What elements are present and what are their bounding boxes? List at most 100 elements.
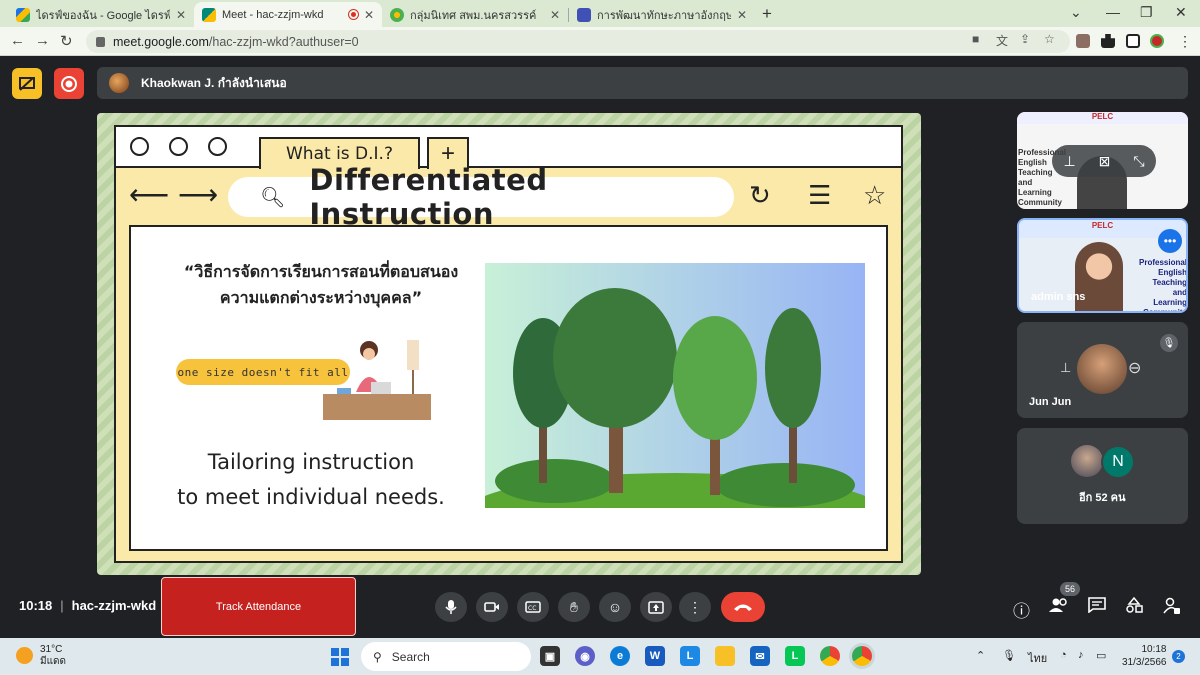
- tab-search-icon[interactable]: ⌄: [1070, 4, 1082, 21]
- track-attendance-button[interactable]: Track Attendance: [161, 577, 356, 636]
- microphone-tray-icon[interactable]: 🎙︎: [1002, 649, 1016, 662]
- window-dot-icon: [130, 137, 149, 156]
- participant-tile[interactable]: ⊥ ⊖ 🎙︎ Jun Jun: [1017, 322, 1188, 418]
- pin-icon[interactable]: ⊥: [1060, 360, 1071, 376]
- close-tab-icon[interactable]: ✕: [364, 8, 374, 22]
- participant-tile[interactable]: PELC Professional English Teaching and L…: [1017, 112, 1188, 209]
- others-tile[interactable]: N อีก 52 คน: [1017, 428, 1188, 524]
- minimize-button[interactable]: —: [1106, 4, 1120, 20]
- word-icon[interactable]: W: [645, 646, 665, 666]
- system-clock[interactable]: 10:18 31/3/2566: [1122, 643, 1167, 669]
- participant-avatar: [1071, 445, 1103, 477]
- chat-icon[interactable]: [1088, 597, 1106, 618]
- participant-avatar: [1077, 344, 1127, 394]
- line-icon[interactable]: L: [785, 646, 805, 666]
- file-explorer-icon[interactable]: [715, 646, 735, 666]
- presentation-slide: What is D.I.? + ⟵ ⟶ 🔍︎ Differentiated In…: [97, 113, 921, 575]
- camera-icon[interactable]: ■: [972, 32, 979, 46]
- url-path: /hac-zzjm-wkd?authuser=0: [208, 34, 359, 49]
- google-drive-icon: [16, 7, 30, 22]
- meeting-time: 10:18: [19, 598, 53, 613]
- host-controls-icon[interactable]: [1163, 597, 1181, 620]
- video-camera-icon: [484, 602, 499, 612]
- svg-text:CC: CC: [528, 605, 536, 612]
- share-icon[interactable]: ⇪: [1020, 32, 1030, 46]
- camera-button[interactable]: [476, 592, 508, 622]
- lock-icon: [96, 36, 105, 47]
- stop-presenting-button[interactable]: [12, 68, 42, 99]
- tab-english-course[interactable]: การพัฒนาทักษะภาษาอังกฤษ English ✕: [569, 2, 755, 27]
- address-bar[interactable]: meet.google.com/hac-zzjm-wkd?authuser=0: [86, 30, 1070, 53]
- sun-weather-icon[interactable]: [16, 647, 33, 664]
- google-meet-icon: [202, 7, 216, 22]
- captions-icon: CC: [525, 601, 541, 613]
- minimize-tile-icon[interactable]: ⤡: [1133, 153, 1144, 170]
- windows-start-button[interactable]: [331, 648, 349, 666]
- chrome-active-icon[interactable]: [852, 646, 872, 666]
- translate-icon[interactable]: 文: [996, 32, 1008, 49]
- present-screen-button[interactable]: [640, 592, 672, 622]
- close-window-button[interactable]: ✕: [1175, 4, 1187, 21]
- community-caption: Professional English Teaching and Learni…: [1139, 258, 1188, 313]
- participant-avatar-letter: N: [1101, 445, 1135, 479]
- wifi-icon[interactable]: ◔: [1060, 649, 1067, 661]
- participant-tile[interactable]: PELC Professional English Teaching and L…: [1017, 218, 1188, 313]
- tab-nisset-group[interactable]: กลุ่มนิเทศ สพม.นครสวรรค์ ✕: [382, 2, 568, 27]
- more-vert-icon: ⋮: [688, 598, 702, 615]
- extension-icon[interactable]: [1076, 34, 1090, 48]
- remove-icon[interactable]: ⊖: [1128, 358, 1141, 378]
- pin-icon[interactable]: ⊥: [1063, 153, 1075, 170]
- presenter-avatar: [109, 73, 129, 93]
- edge-icon[interactable]: e: [610, 646, 630, 666]
- microphone-button[interactable]: [435, 592, 467, 622]
- slide-refresh-icon: ↻: [749, 180, 771, 210]
- show-hidden-icons[interactable]: ⌃: [976, 649, 985, 662]
- notification-badge[interactable]: 2: [1172, 650, 1185, 663]
- leave-call-button[interactable]: [721, 592, 765, 622]
- activities-icon[interactable]: [1125, 596, 1143, 618]
- profile-avatar[interactable]: [1150, 34, 1164, 48]
- tailor-illustration: [323, 340, 431, 420]
- chrome-icon[interactable]: [820, 646, 840, 666]
- back-button[interactable]: ←: [10, 32, 25, 49]
- close-tab-icon[interactable]: ✕: [176, 8, 186, 22]
- captions-button[interactable]: CC: [517, 592, 549, 622]
- hide-tile-icon[interactable]: ⊠: [1099, 153, 1111, 170]
- slide-content: “วิธีการจัดการเรียนการสอนที่ตอบสนอง ความ…: [129, 225, 888, 551]
- mic-off-icon: 🎙︎: [1160, 334, 1178, 352]
- restore-button[interactable]: ❐: [1140, 4, 1153, 21]
- bookmark-star-icon[interactable]: ☆: [1044, 32, 1055, 46]
- reactions-button[interactable]: ☺: [599, 592, 631, 622]
- taskbar-search[interactable]: ⚲ Search: [361, 642, 531, 671]
- battery-icon[interactable]: ▭: [1096, 649, 1106, 662]
- raise-hand-button[interactable]: ✋︎: [558, 592, 590, 622]
- more-options-icon[interactable]: •••: [1158, 229, 1182, 253]
- people-icon[interactable]: [1049, 597, 1069, 618]
- participants-count-badge: 56: [1060, 582, 1080, 596]
- people-glyph: [1049, 598, 1067, 612]
- tab-meet[interactable]: Meet - hac-zzjm-wkd ✕: [194, 2, 382, 27]
- reload-button[interactable]: ↻: [60, 32, 73, 50]
- mail-icon[interactable]: ✉: [750, 646, 770, 666]
- language-indicator[interactable]: ไทย: [1028, 649, 1047, 667]
- l-app-icon[interactable]: L: [680, 646, 700, 666]
- tile-controls: ⊥ ⊠ ⤡: [1052, 145, 1156, 177]
- teams-chat-icon[interactable]: ◉: [575, 646, 595, 666]
- more-options-button[interactable]: ⋮: [679, 592, 711, 622]
- thai-definition-quote: “วิธีการจัดการเรียนการสอนที่ตอบสนอง ความ…: [183, 262, 459, 307]
- slide-menu-icon: ☰: [808, 180, 832, 210]
- tab-google-drive[interactable]: ไดรฟ์ของฉัน - Google ไดรฟ์ ✕: [8, 2, 194, 27]
- forward-button[interactable]: →: [35, 32, 50, 49]
- volume-icon[interactable]: ♪: [1078, 649, 1084, 661]
- new-tab-button[interactable]: +: [762, 4, 772, 24]
- recording-button[interactable]: [54, 68, 84, 99]
- side-panel-icon[interactable]: [1126, 34, 1140, 48]
- chrome-menu-icon[interactable]: ⋮: [1178, 33, 1192, 50]
- task-view-icon[interactable]: ▣: [540, 646, 560, 666]
- present-icon: [648, 600, 664, 614]
- meeting-details-icon[interactable]: ⓘ: [1013, 597, 1030, 622]
- close-tab-icon[interactable]: ✕: [550, 8, 560, 22]
- weather-widget[interactable]: 31°C มีแดด: [40, 644, 66, 668]
- meeting-code: hac-zzjm-wkd: [71, 598, 157, 613]
- close-tab-icon[interactable]: ✕: [737, 8, 747, 22]
